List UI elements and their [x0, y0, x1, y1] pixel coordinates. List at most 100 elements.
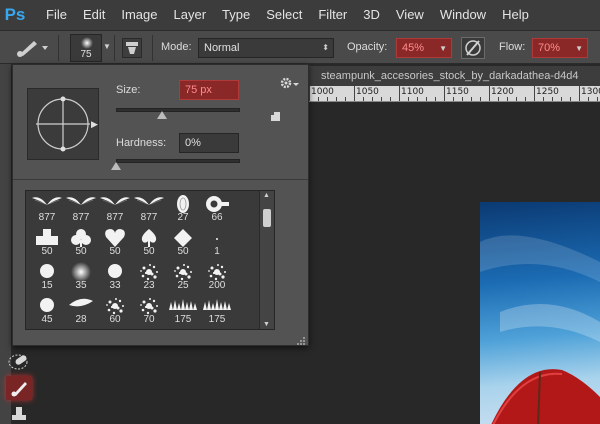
- brush-preset-grass[interactable]: 175: [200, 293, 234, 327]
- brush-tip-angle-preview[interactable]: [27, 88, 99, 160]
- brush-preset-hard-circle[interactable]: 15: [30, 259, 64, 293]
- hardness-field[interactable]: 0%: [179, 133, 239, 153]
- mode-select[interactable]: Normal ⬍: [198, 38, 334, 58]
- ruler-label: 1300: [581, 87, 600, 97]
- brush-preset-podium[interactable]: 50: [30, 225, 64, 259]
- brush-preset-dot[interactable]: 1: [200, 225, 234, 259]
- brush-preset-diamond[interactable]: 50: [166, 225, 200, 259]
- brush-preset-splatter[interactable]: 200: [200, 259, 234, 293]
- menu-item-edit[interactable]: Edit: [75, 0, 113, 30]
- menu-items: File Edit Image Layer Type Select Filter 3D View…: [38, 0, 537, 30]
- hardness-slider-track[interactable]: [116, 159, 240, 163]
- hardness-label: Hardness:: [116, 137, 167, 149]
- menu-item-window[interactable]: Window: [432, 0, 494, 30]
- menu-item-select[interactable]: Select: [258, 0, 310, 30]
- brush-club-icon: [71, 228, 91, 253]
- ruler-tick: [444, 86, 445, 101]
- brush-tool-icon[interactable]: [6, 376, 32, 400]
- size-slider-thumb[interactable]: [156, 111, 167, 119]
- brush-preset-hard-circle[interactable]: 45: [30, 293, 64, 327]
- brush-preset-soft-circle[interactable]: 35: [64, 259, 98, 293]
- document-image: [480, 202, 600, 424]
- brush-preset-splatter[interactable]: 70: [132, 293, 166, 327]
- brush-preset-grass[interactable]: 175: [166, 293, 200, 327]
- pressure-opacity-icon[interactable]: [461, 37, 485, 59]
- ruler-tick: [399, 86, 400, 101]
- ruler-tick: [327, 97, 328, 101]
- brush-preset-ring[interactable]: 66: [200, 191, 234, 225]
- brush-preset-leaf[interactable]: 28: [64, 293, 98, 327]
- brush-preset-splatter[interactable]: 25: [166, 259, 200, 293]
- brush-preset-splatter[interactable]: 23: [132, 259, 166, 293]
- ruler-label: 1250: [536, 87, 559, 97]
- brush-preset-heart[interactable]: 50: [98, 225, 132, 259]
- menu-item-view[interactable]: View: [388, 0, 432, 30]
- size-field[interactable]: 75 px: [179, 80, 239, 100]
- clone-stamp-tool-icon[interactable]: [6, 402, 32, 424]
- menu-item-image[interactable]: Image: [113, 0, 165, 30]
- brush-spade-icon: [139, 228, 159, 253]
- ruler-tick: [372, 97, 373, 101]
- menu-item-3d[interactable]: 3D: [355, 0, 388, 30]
- hardness-slider-thumb[interactable]: [111, 162, 121, 170]
- options-bar: 75 ▼ Mode: Normal ⬍ Opacity: 45% ▼ Flow:…: [0, 30, 600, 64]
- brush-hard-circle-icon: [38, 296, 56, 319]
- chevron-down-icon: ▼: [439, 44, 447, 53]
- brush-wing-icon: [100, 194, 130, 212]
- spot-healing-brush-tool-icon[interactable]: [6, 350, 32, 374]
- ruler-tick: [516, 97, 517, 101]
- ruler-tick: [318, 97, 319, 101]
- document-tab[interactable]: steampunk_accesories_stock_by_darkadathe…: [309, 66, 600, 86]
- opacity-field[interactable]: 45% ▼: [396, 38, 452, 58]
- brush-soft-circle-icon: [71, 262, 91, 287]
- brush-preset-oval[interactable]: 27: [166, 191, 200, 225]
- brush-preset-wing[interactable]: 877: [30, 191, 64, 225]
- brush-preset-picker: ▶ Size: 75 px Hardness: 0% 877 877 877 877 2…: [12, 64, 309, 346]
- brush-preset-grid: 877 877 877 877 27 66 50 50 50 50 50 1 15 35 33 23 25 200…: [26, 191, 260, 329]
- brush-splatter-icon: [139, 262, 159, 287]
- ruler-tick: [552, 97, 553, 101]
- ruler-tick: [489, 86, 490, 101]
- opacity-field-value: 45%: [402, 42, 425, 54]
- ruler-label: 1000: [311, 87, 334, 97]
- ruler-tick: [561, 97, 562, 101]
- menu-item-filter[interactable]: Filter: [310, 0, 355, 30]
- brush-oval-icon: [176, 194, 190, 219]
- brush-tool-preset-icon[interactable]: [14, 36, 50, 58]
- brush-preset-spade[interactable]: 50: [132, 225, 166, 259]
- brush-leaf-icon: [68, 296, 94, 314]
- flow-field[interactable]: 70% ▼: [532, 38, 588, 58]
- brush-list-scrollbar[interactable]: ▲ ▼: [259, 191, 274, 329]
- menu-item-layer[interactable]: Layer: [166, 0, 215, 30]
- brush-panel-toggle-icon[interactable]: [122, 38, 142, 58]
- scroll-down-icon[interactable]: ▼: [263, 321, 270, 328]
- brush-size-dropdown-arrow[interactable]: ▼: [103, 42, 111, 51]
- brush-size-number: 877: [72, 212, 90, 223]
- gear-icon[interactable]: [279, 75, 301, 91]
- new-preset-icon[interactable]: [269, 109, 281, 121]
- ruler-tick: [525, 97, 526, 101]
- brush-preset-hard-circle[interactable]: 33: [98, 259, 132, 293]
- brush-preset-club[interactable]: 50: [64, 225, 98, 259]
- app-logo: Ps: [4, 5, 26, 24]
- menu-item-help[interactable]: Help: [494, 0, 537, 30]
- brush-preset-splatter[interactable]: 60: [98, 293, 132, 327]
- brush-size-number: 175: [174, 314, 192, 325]
- chevron-updown-icon: ⬍: [322, 43, 329, 52]
- ruler-tick: [579, 86, 580, 101]
- menu-item-file[interactable]: File: [38, 0, 75, 30]
- brush-diamond-icon: [173, 228, 193, 253]
- scrollbar-thumb[interactable]: [263, 209, 271, 227]
- brush-preset-wing[interactable]: 877: [64, 191, 98, 225]
- brush-preset-list: 877 877 877 877 27 66 50 50 50 50 50 1 15 35 33 23 25 200…: [25, 190, 275, 330]
- hardness-field-value: 0%: [185, 137, 201, 149]
- brush-preset-wing[interactable]: 877: [132, 191, 166, 225]
- resize-grip-icon[interactable]: [296, 333, 306, 345]
- brush-preset-wing[interactable]: 877: [98, 191, 132, 225]
- scroll-up-icon[interactable]: ▲: [263, 192, 270, 199]
- ruler-tick: [417, 97, 418, 101]
- brush-splatter-icon: [105, 296, 125, 321]
- menu-item-type[interactable]: Type: [214, 0, 258, 30]
- size-slider-track[interactable]: [116, 108, 240, 112]
- brush-size-preview[interactable]: 75: [70, 34, 102, 62]
